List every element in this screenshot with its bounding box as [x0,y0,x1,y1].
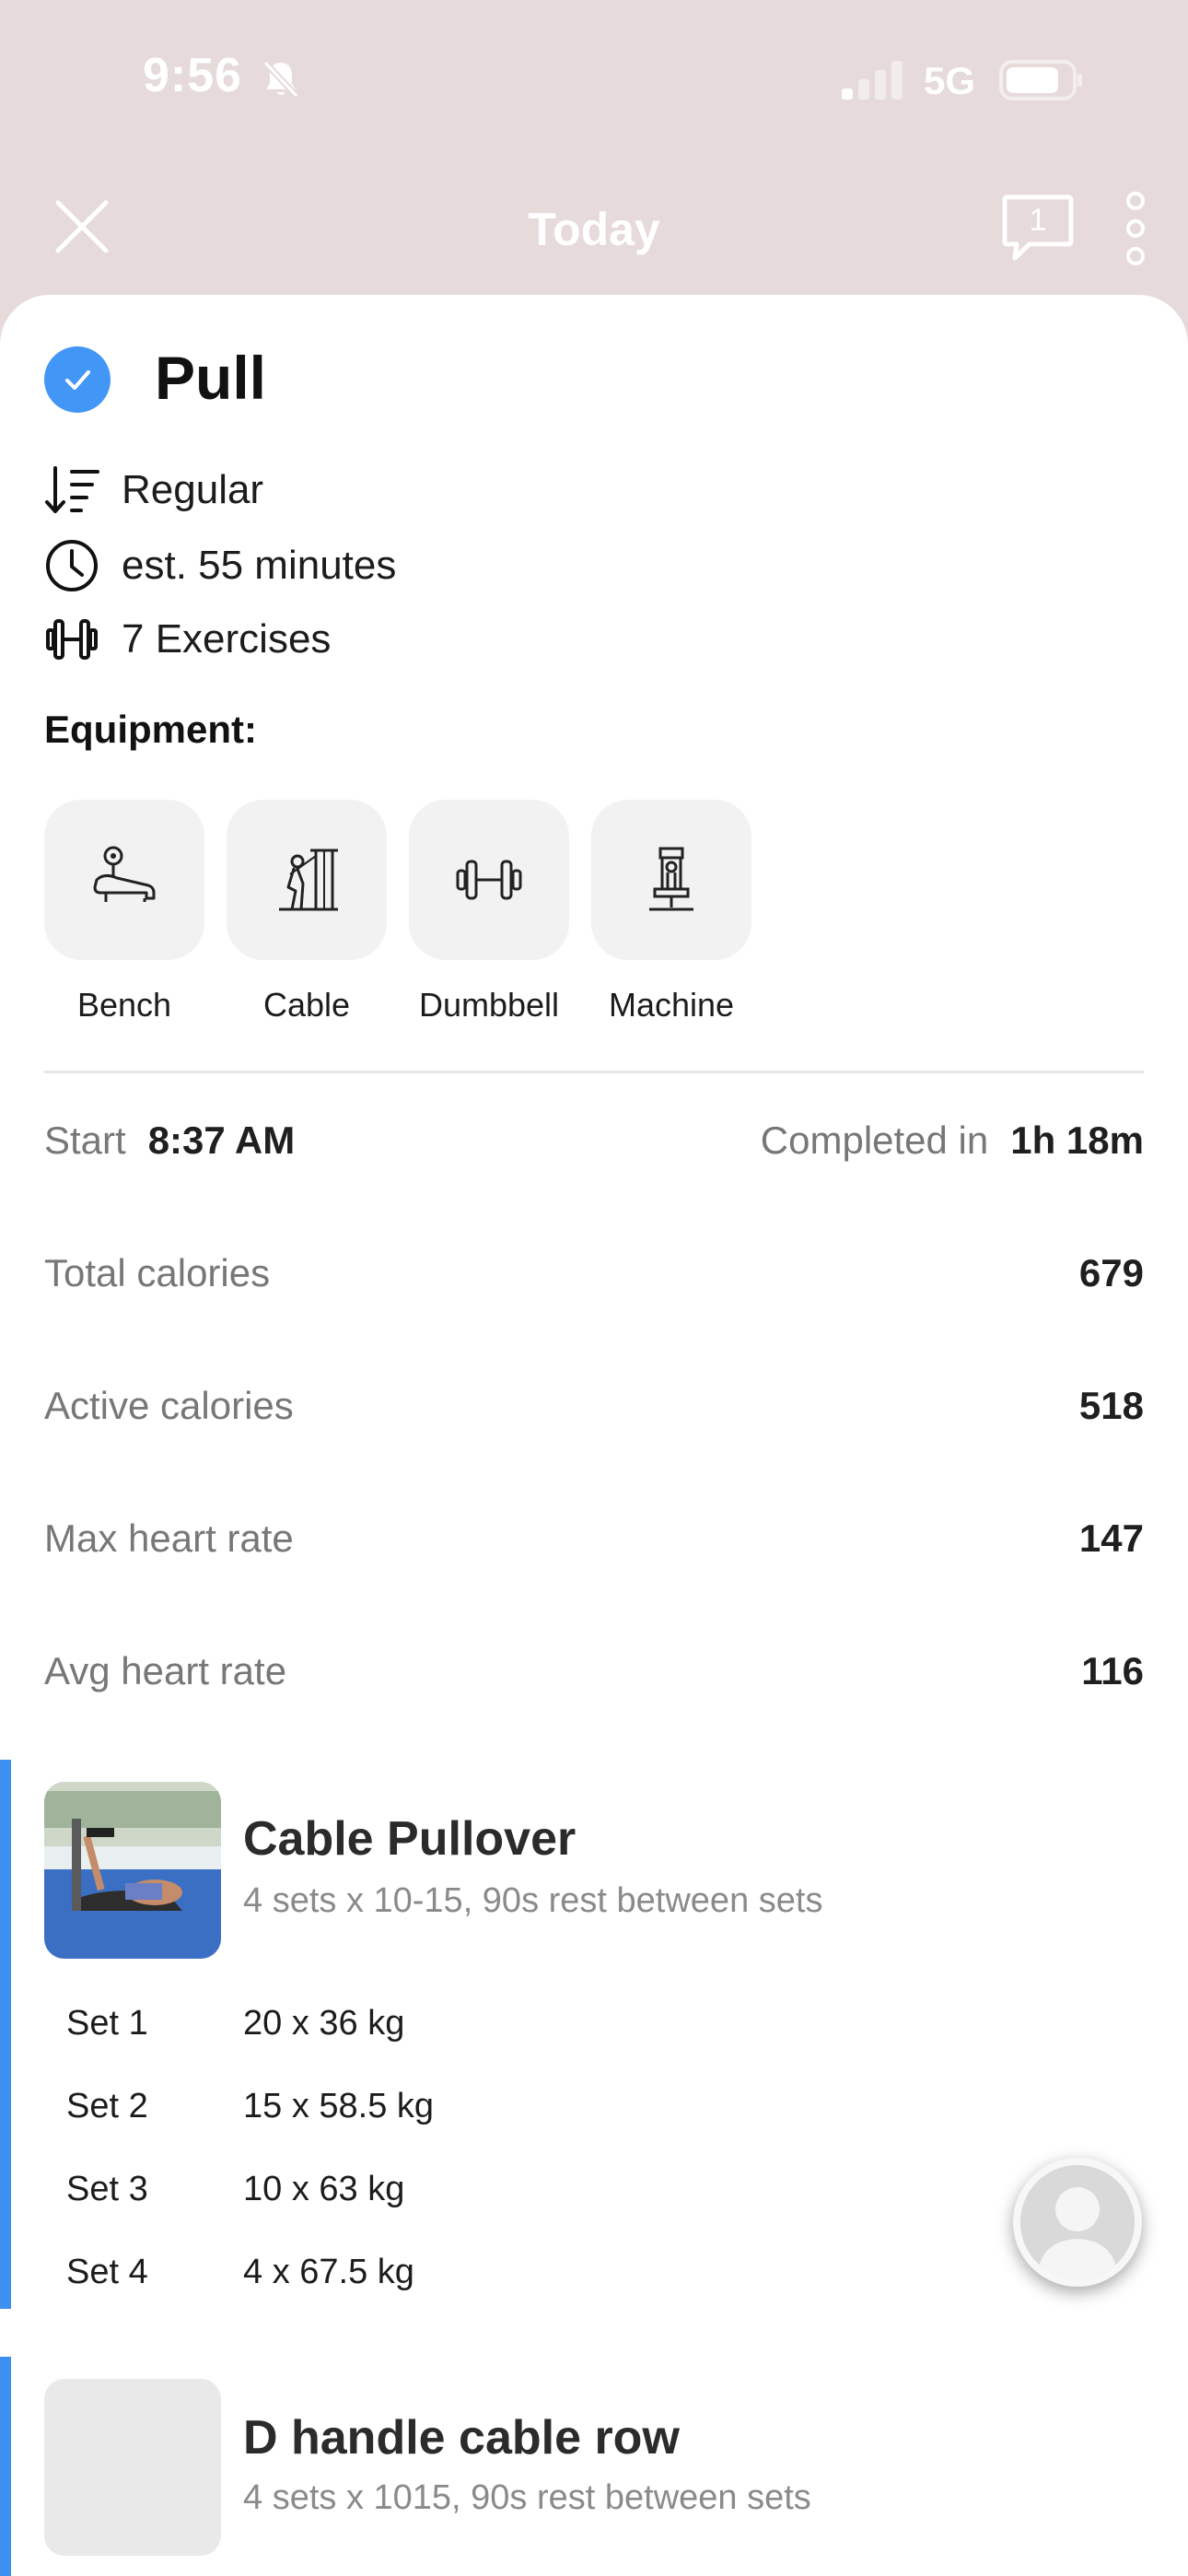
check-icon [65,370,90,390]
stat-row-active-calories: Active calories 518 [44,1378,1144,1434]
meta-duration: est. 55 minutes [122,543,397,588]
dumbbell-icon [456,860,522,900]
avatar-icon [1020,2165,1135,2279]
bench-icon [93,846,156,902]
exercise-description: 4 sets x 1015, 90s rest between sets [243,2478,811,2517]
exercise-name: Cable Pullover [243,1812,577,1866]
exercise-name: D handle cable row [243,2411,680,2465]
set-label: Set 2 [66,2086,148,2125]
clock-icon [46,540,98,591]
meta-exercises: 7 Exercises [122,616,332,662]
equipment-label: Dumbbell [418,986,560,1024]
dumbbell-icon [46,619,98,660]
set-value: 4 x 67.5 kg [243,2252,414,2291]
bell-off-icon [262,60,299,99]
stat-row-avg-heart-rate: Avg heart rate 116 [44,1644,1144,1699]
equipment-item-machine[interactable]: Machine [591,800,751,1025]
exercise-accent-bar [0,2357,11,2576]
nav-bar: Today 1 [0,157,1188,295]
completed-label: Completed in [760,1118,989,1162]
status-bar: 9:56 5G [0,0,1188,157]
meta-type: Regular [122,467,264,512]
status-time: 9:56 [143,49,243,102]
set-label: Set 4 [66,2252,148,2291]
set-row: Set 3 10 x 63 kg [66,2163,404,2215]
chat-button[interactable]: 1 [1002,193,1074,263]
divider [44,1071,1144,1073]
stat-label: Active calories [44,1384,294,1427]
equipment-item-bench[interactable]: Bench [44,800,204,1025]
machine-icon [649,847,693,911]
workout-sheet: Pull Regular est. 55 minutes 7 Exercises… [0,295,1188,2576]
set-row: Set 4 4 x 67.5 kg [66,2246,414,2298]
set-value: 10 x 63 kg [243,2169,405,2208]
equipment-label: Cable [262,986,351,1024]
stat-value: 116 [1081,1649,1144,1692]
battery-icon [999,60,1082,100]
network-label: 5G [924,59,976,102]
time-summary-row: Start 8:37 AM Completed in 1h 18m [44,1113,1144,1168]
equipment-item-cable[interactable]: Cable [227,800,387,1025]
meta-row-duration: est. 55 minutes [44,538,396,593]
equipment-label: Bench [76,986,172,1024]
start-label: Start [44,1118,126,1162]
workout-title: Pull [155,344,267,412]
exercise-thumbnail[interactable] [44,2379,221,2556]
chat-count: 1 [1029,203,1047,238]
meta-row-type: Regular [44,463,263,518]
equipment-label: Machine [608,986,735,1024]
set-row: Set 2 15 x 58.5 kg [66,2080,434,2132]
exercise-photo [44,1782,221,1959]
cable-icon [279,849,338,911]
stat-label: Total calories [44,1251,271,1294]
exercise-description: 4 sets x 10-15, 90s rest between sets [243,1881,823,1920]
exercise-thumbnail[interactable] [44,1782,221,1959]
set-label: Set 3 [66,2169,148,2208]
stat-value: 679 [1078,1251,1144,1294]
stat-label: Max heart rate [44,1516,294,1560]
stat-label: Avg heart rate [44,1649,287,1692]
completed-value: 1h 18m [1010,1118,1144,1162]
stat-value: 147 [1078,1516,1144,1560]
start-value: 8:37 AM [147,1118,296,1162]
meta-row-exercises: 7 Exercises [44,612,331,667]
stat-row-max-heart-rate: Max heart rate 147 [44,1511,1144,1566]
signal-icon [842,61,903,100]
stat-value: 518 [1078,1384,1144,1427]
set-value: 15 x 58.5 kg [243,2086,435,2125]
set-value: 20 x 36 kg [243,2003,405,2043]
exercise-accent-bar [0,1760,11,2309]
sort-icon [45,466,99,513]
set-row: Set 1 20 x 36 kg [66,1997,404,2049]
more-icon[interactable] [1122,190,1149,267]
coach-avatar-button[interactable] [1013,2158,1142,2287]
stat-row-total-calories: Total calories 679 [44,1246,1144,1301]
equipment-item-dumbbell[interactable]: Dumbbell [409,800,569,1025]
equipment-title: Equipment: [44,708,257,751]
completed-check[interactable] [44,346,111,413]
set-label: Set 1 [66,2003,148,2043]
